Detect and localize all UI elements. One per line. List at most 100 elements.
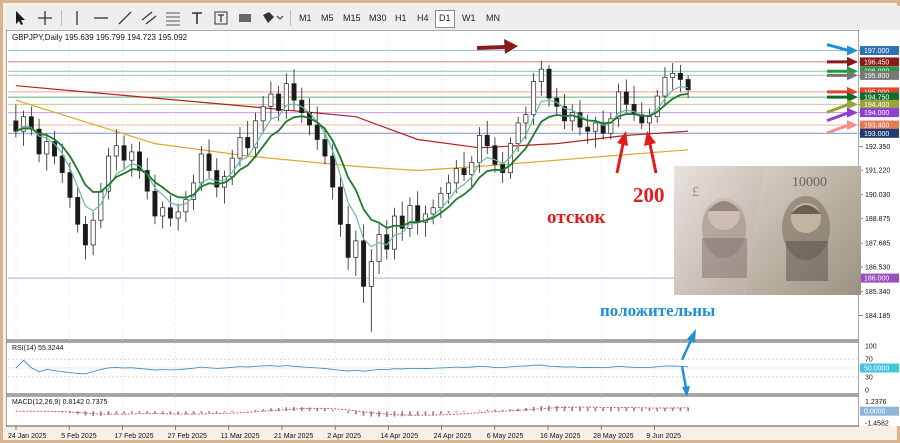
text-tool-icon[interactable] (188, 9, 206, 27)
candle-body (477, 135, 482, 163)
candle-body (167, 207, 173, 219)
candle-body (75, 197, 81, 225)
candle-body (206, 153, 212, 171)
rsi-label: RSI(14) 55.3244 (12, 345, 63, 352)
candle-body (592, 122, 598, 132)
level-tag-label: 195.800 (864, 73, 889, 80)
annotation-positive-text: положительны (600, 301, 715, 320)
timeframe-d1[interactable]: D1 (435, 10, 455, 28)
candle-body (523, 114, 529, 124)
annotation-200-text: 200 (633, 183, 665, 207)
rsi-axis-label: 100 (865, 344, 877, 351)
candle-body (129, 151, 135, 161)
price-tick-label: 184.185 (865, 313, 890, 320)
macd-axis-label: -1.4582 (865, 420, 889, 427)
candle-body (330, 155, 336, 188)
toolbar-separator (290, 10, 291, 26)
timeframe-m15[interactable]: M15 (340, 10, 364, 26)
candle-body (461, 168, 467, 176)
candle-body (345, 223, 351, 258)
symbol-info: GBPJPY,Daily 195.639 195.799 194.723 195… (12, 33, 188, 42)
candle-body (276, 93, 282, 111)
level-tag-label: 193.000 (864, 131, 889, 138)
price-tick-label: 185.340 (865, 289, 890, 296)
level-tag-label: 194.000 (864, 110, 889, 117)
candle-body (531, 81, 537, 116)
price-tick-label: 190.030 (865, 192, 890, 199)
price-tick-label: 188.875 (865, 216, 890, 223)
candle-body (198, 153, 204, 184)
level-tag-label: 194.400 (864, 102, 889, 109)
candle-body (623, 91, 629, 105)
candle-body (446, 182, 452, 194)
candle-body (392, 215, 397, 250)
candle-body (647, 116, 652, 124)
candle-body (685, 79, 691, 91)
candle-body (260, 106, 266, 122)
timeframe-mn[interactable]: MN (483, 10, 503, 26)
candle-body (183, 199, 189, 213)
toolbar-separator (61, 10, 62, 26)
candle-body (368, 261, 374, 287)
x-tick-label: 2 Apr 2025 (327, 433, 361, 440)
text-label-icon[interactable] (212, 9, 230, 27)
annotation-arrow-top (476, 45, 507, 50)
price-tick-label: 192.350 (865, 144, 890, 151)
candle-body (175, 211, 181, 219)
svg-text:10000: 10000 (792, 175, 827, 190)
timeframe-m5[interactable]: M5 (318, 10, 337, 26)
horizontal-line-icon[interactable] (92, 9, 110, 27)
annotation-bounce-text: отскок (547, 207, 605, 228)
x-tick-label: 6 May 2025 (487, 433, 524, 440)
rectangle-icon[interactable] (236, 9, 254, 27)
rsi-current-tag-label: 50.0000 (864, 366, 889, 373)
terminal-window: M1 M5 M15 M30 H1 H4 D1 W1 MN 24 Jan 2025… (0, 0, 900, 443)
timeframe-m30[interactable]: M30 (366, 10, 390, 26)
trend-line-icon[interactable] (116, 9, 134, 27)
x-tick-label: 5 Feb 2025 (61, 433, 97, 440)
macd-axis-label: 1.2376 (865, 399, 887, 406)
crosshair-icon[interactable] (36, 9, 54, 27)
candle-body (67, 172, 73, 198)
timeframe-w1[interactable]: W1 (459, 10, 479, 26)
candle-body (90, 219, 96, 246)
x-tick-label: 16 May 2025 (540, 433, 581, 440)
shapes-dropdown-icon[interactable] (260, 9, 284, 27)
candle-body (314, 124, 320, 140)
macd-panel[interactable] (6, 395, 860, 427)
channel-icon[interactable] (140, 9, 158, 27)
rsi-axis-label: 30 (865, 374, 873, 381)
timeframe-m1[interactable]: M1 (296, 10, 315, 26)
x-tick-label: 28 May 2025 (593, 433, 634, 440)
candle-body (337, 186, 343, 225)
candle-body (492, 145, 498, 165)
candle-body (662, 77, 668, 97)
banknotes-photo: £ 10000 (674, 166, 861, 295)
level-tag-label: 196.450 (864, 59, 889, 66)
candle-body (44, 141, 50, 155)
x-tick-label: 21 Mar 2025 (274, 433, 313, 440)
x-tick-label: 24 Apr 2025 (434, 433, 472, 440)
candle-body (585, 126, 591, 132)
toolbar: M1 M5 M15 M30 H1 H4 D1 W1 MN (6, 6, 900, 31)
vertical-line-icon[interactable] (68, 9, 86, 27)
timeframe-h4[interactable]: H4 (414, 10, 432, 26)
x-tick-label: 14 Apr 2025 (380, 433, 418, 440)
cursor-icon[interactable] (11, 9, 29, 27)
candle-body (515, 122, 521, 144)
timeframe-h1[interactable]: H1 (392, 10, 410, 26)
x-tick-label: 9 Jun 2025 (646, 433, 681, 440)
level-tag-label: 197.000 (864, 48, 889, 55)
level-tag-label: 186.000 (864, 276, 889, 283)
rsi-axis-label: 70 (865, 357, 873, 364)
candle-body (291, 83, 297, 101)
candle-body (152, 190, 158, 217)
candle-body (82, 223, 88, 246)
fibonacci-icon[interactable] (164, 9, 182, 27)
candle-body (121, 145, 127, 161)
candle-body (670, 72, 676, 78)
candle-body (113, 145, 119, 157)
candle-body (469, 161, 475, 176)
x-tick-label: 24 Jan 2025 (8, 433, 47, 440)
x-tick-label: 17 Feb 2025 (114, 433, 153, 440)
